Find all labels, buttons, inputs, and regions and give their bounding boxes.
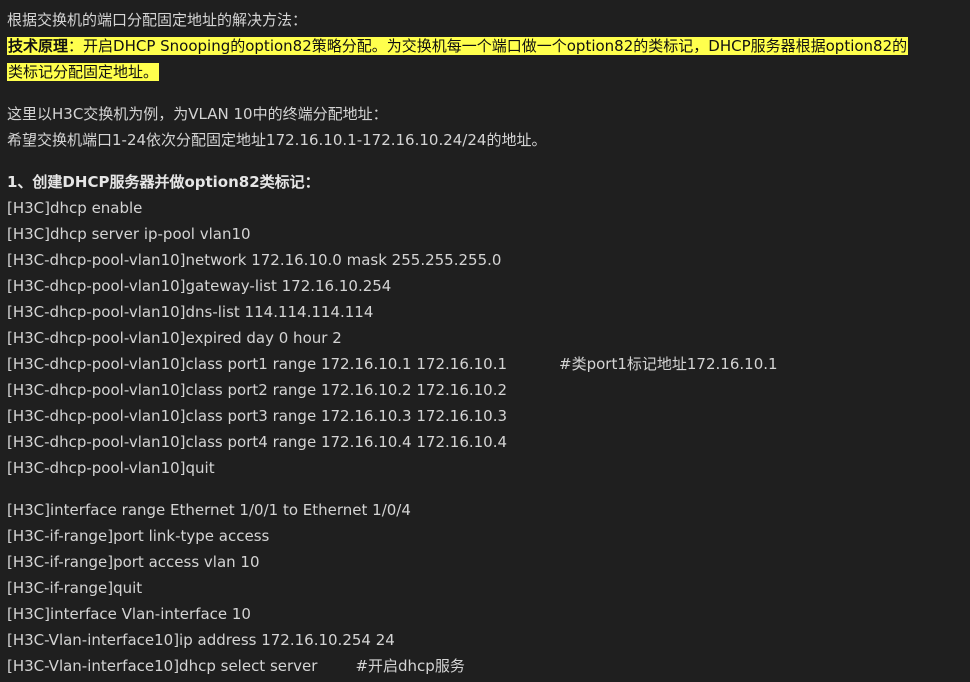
command-line: [H3C-dhcp-pool-vlan10]quit [7, 459, 215, 477]
example-line-1: 这里以H3C交换机为例，为VLAN 10中的终端分配地址： [7, 105, 388, 123]
command-line: [H3C-if-range]port access vlan 10 [7, 553, 260, 571]
command-line: [H3C-if-range]port link-type access [7, 527, 270, 545]
command-line: [H3C]dhcp server ip-pool vlan10 [7, 225, 251, 243]
command-line-class-port1: [H3C-dhcp-pool-vlan10]class port1 range … [7, 351, 964, 377]
command-line: [H3C-Vlan-interface10]ip address 172.16.… [7, 631, 395, 649]
principle-highlight: 技术原理：开启DHCP Snooping的option82策略分配。为交换机每一… [7, 33, 964, 85]
document-body: 根据交换机的端口分配固定地址的解决方法： 技术原理：开启DHCP Snoopin… [0, 0, 970, 682]
principle-text-2: 类标记分配固定地址。 [7, 63, 160, 81]
command-line: [H3C]interface range Ethernet 1/0/1 to E… [7, 501, 411, 519]
command-line: [H3C-if-range]quit [7, 579, 143, 597]
section-1-title: 1、创建DHCP服务器并做option82类标记： [7, 173, 320, 191]
command-line: [H3C-dhcp-pool-vlan10]gateway-list 172.1… [7, 277, 392, 295]
command-text: [H3C-dhcp-pool-vlan10]class port1 range … [7, 355, 508, 373]
command-line: [H3C-dhcp-pool-vlan10]class port2 range … [7, 381, 508, 399]
command-line: [H3C-dhcp-pool-vlan10]class port4 range … [7, 433, 508, 451]
principle-text-1: ：开启DHCP Snooping的option82策略分配。为交换机每一个端口做… [68, 37, 908, 55]
command-text: [H3C-Vlan-interface10]dhcp select server [7, 657, 318, 675]
intro-text: 根据交换机的端口分配固定地址的解决方法： [7, 11, 308, 29]
example-line-2: 希望交换机端口1-24依次分配固定地址172.16.10.1-172.16.10… [7, 131, 547, 149]
command-line-dhcp-select: [H3C-Vlan-interface10]dhcp select server… [7, 653, 964, 679]
command-line: [H3C-dhcp-pool-vlan10]network 172.16.10.… [7, 251, 502, 269]
principle-label: 技术原理 [8, 37, 69, 55]
principle-line-1: 技术原理：开启DHCP Snooping的option82策略分配。为交换机每一… [7, 33, 964, 59]
command-line: [H3C-dhcp-pool-vlan10]dns-list 114.114.1… [7, 303, 374, 321]
command-line: [H3C-dhcp-pool-vlan10]expired day 0 hour… [7, 329, 342, 347]
command-comment: #类port1标记地址172.16.10.1 [559, 355, 778, 373]
command-line: [H3C]interface Vlan-interface 10 [7, 605, 251, 623]
command-line: [H3C]dhcp enable [7, 199, 143, 217]
command-line: [H3C-dhcp-pool-vlan10]class port3 range … [7, 407, 508, 425]
principle-line-2: 类标记分配固定地址。 [7, 59, 964, 85]
command-comment: #开启dhcp服务 [355, 657, 465, 675]
